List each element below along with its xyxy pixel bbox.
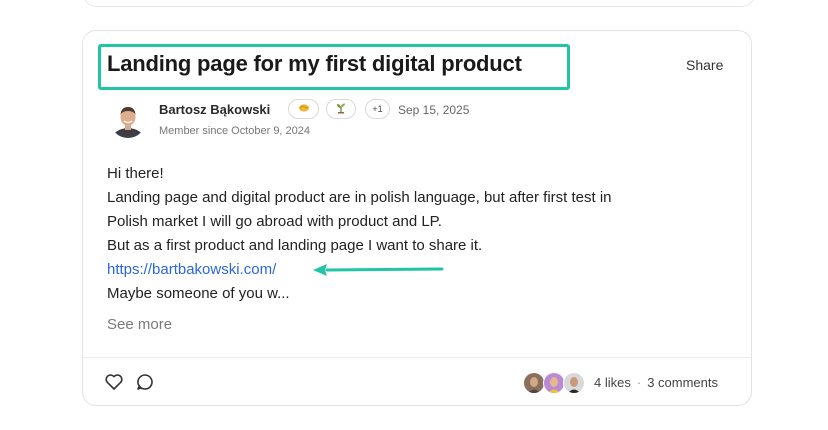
- handshake-badge[interactable]: [288, 99, 319, 119]
- author-avatar[interactable]: [110, 102, 146, 138]
- body-line: Polish market I will go abroad with prod…: [107, 213, 442, 230]
- author-name[interactable]: Bartosz Bąkowski: [159, 102, 270, 117]
- see-more-link[interactable]: See more: [107, 316, 172, 333]
- handshake-icon: [298, 103, 310, 115]
- reactor-avatar: [523, 372, 545, 394]
- comments-count[interactable]: 3 comments: [647, 375, 718, 390]
- more-badges-count[interactable]: +1: [365, 99, 390, 119]
- highlight-arrow: [313, 264, 444, 276]
- share-button[interactable]: Share: [686, 57, 723, 73]
- body-line-truncated: Maybe someone of you w...: [107, 285, 290, 302]
- body-line: Hi there!: [107, 165, 164, 182]
- sprout-icon: [335, 102, 347, 116]
- body-line: But as a first product and landing page …: [107, 237, 483, 254]
- engagement-stats: 4 likes · 3 comments: [594, 375, 719, 390]
- previous-post-card: [83, 0, 755, 7]
- member-since: Member since October 9, 2024: [159, 125, 311, 137]
- post-date: Sep 15, 2025: [398, 103, 470, 117]
- post-card: Landing page for my first digital produc…: [82, 30, 752, 406]
- like-button[interactable]: [104, 372, 124, 392]
- post-link[interactable]: https://bartbakowski.com/: [107, 261, 276, 278]
- card-divider: [83, 357, 751, 358]
- body-line: Landing page and digital product are in …: [107, 189, 612, 206]
- reactor-avatar: [543, 372, 565, 394]
- heart-icon: [104, 374, 124, 396]
- comment-button[interactable]: [135, 372, 155, 392]
- post-title[interactable]: Landing page for my first digital produc…: [107, 51, 522, 77]
- comment-bubble-icon: [135, 374, 155, 396]
- reactor-avatar: [563, 372, 585, 394]
- post-body: Hi there! Landing page and digital produ…: [107, 162, 612, 306]
- sprout-badge[interactable]: [326, 99, 356, 119]
- reactor-avatars[interactable]: [523, 372, 587, 394]
- likes-count[interactable]: 4 likes: [594, 375, 631, 390]
